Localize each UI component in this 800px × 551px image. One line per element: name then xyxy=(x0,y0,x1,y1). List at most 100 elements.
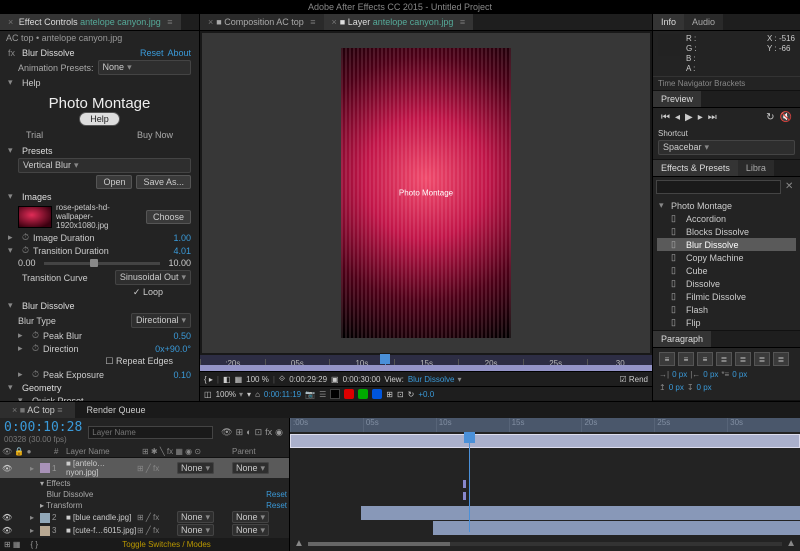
channel-swatch[interactable] xyxy=(330,389,340,399)
align-right-button[interactable]: ≡ xyxy=(697,352,713,366)
panel-menu-icon[interactable]: ≡ xyxy=(167,17,172,27)
mute-icon[interactable]: 🔇 xyxy=(780,112,792,123)
preset-item[interactable]: ▯Cube xyxy=(657,264,796,277)
preview-tab[interactable]: Preview xyxy=(653,91,701,107)
keyframe-icon[interactable] xyxy=(463,492,466,500)
layer-bar[interactable] xyxy=(433,521,800,535)
viewport[interactable]: Photo Montage xyxy=(202,33,650,353)
slider-handle[interactable] xyxy=(90,259,98,267)
timecode-display[interactable]: 0:00:11:19 xyxy=(264,390,301,399)
loop-checkbox[interactable]: ✓ Loop xyxy=(133,287,163,298)
peak-blur-value[interactable]: 0.50 xyxy=(173,331,191,341)
paragraph-tab[interactable]: Paragraph xyxy=(653,331,711,347)
reset-link[interactable]: Reset xyxy=(140,48,164,58)
save-as-button[interactable]: Save As... xyxy=(136,175,191,189)
red-channel-icon[interactable] xyxy=(344,389,354,399)
effect-controls-tab[interactable]: × Effect Controls antelope canyon.jpg ≡ xyxy=(0,14,181,30)
choose-button[interactable]: Choose xyxy=(146,210,191,224)
timeline-comp-tab[interactable]: × ■ AC top ≡ xyxy=(0,402,75,418)
last-frame-button[interactable]: ⏭ xyxy=(708,112,717,123)
preset-item[interactable]: ▯Flash xyxy=(657,303,796,316)
zoom-slider[interactable] xyxy=(308,542,450,546)
buy-link[interactable]: Buy Now xyxy=(137,130,173,140)
images-section[interactable]: Images xyxy=(22,192,52,202)
libraries-tab[interactable]: Libra xyxy=(738,160,774,176)
shy-icon[interactable]: 👁 xyxy=(221,427,232,438)
justify-left-button[interactable]: ≣ xyxy=(716,352,732,366)
toggle-switches-link[interactable]: Toggle Switches / Modes xyxy=(122,540,211,549)
close-icon[interactable]: × xyxy=(8,17,13,27)
loop-icon[interactable]: ↻ xyxy=(766,112,774,123)
open-button[interactable]: Open xyxy=(96,175,132,189)
info-tab[interactable]: Info xyxy=(653,14,684,30)
preset-item[interactable]: ▯Blur Dissolve xyxy=(657,238,796,251)
blur-type-select[interactable]: Directional xyxy=(131,313,191,328)
green-channel-icon[interactable] xyxy=(358,389,368,399)
anim-presets-select[interactable]: None xyxy=(98,60,191,75)
justify-all-button[interactable]: ≣ xyxy=(773,352,789,366)
render-queue-tab[interactable]: Render Queue xyxy=(75,402,158,418)
first-frame-button[interactable]: ⏮ xyxy=(661,112,670,123)
transition-curve-select[interactable]: Sinusoidal Out xyxy=(115,270,191,285)
preset-item[interactable]: ▯Blocks Dissolve xyxy=(657,225,796,238)
transition-duration-value[interactable]: 4.01 xyxy=(173,246,191,256)
audio-tab[interactable]: Audio xyxy=(684,14,723,30)
help-button[interactable]: Help xyxy=(79,112,120,126)
preset-item[interactable]: ▯Dissolve xyxy=(657,277,796,290)
layer-search-input[interactable] xyxy=(88,426,213,439)
layer-bar[interactable] xyxy=(290,434,800,448)
magnification-select[interactable]: 100% xyxy=(216,390,243,399)
layer-row[interactable]: 👁▸3■ [cute-f…6015.jpg]⊞ ╱ fxNoneNone xyxy=(0,524,289,537)
layer-property[interactable]: Blur DissolveReset xyxy=(0,489,289,500)
next-frame-button[interactable]: ▸ xyxy=(698,112,703,123)
view-select[interactable]: Blur Dissolve xyxy=(408,375,462,384)
play-button[interactable]: ▶ xyxy=(685,112,693,123)
effects-presets-tab[interactable]: Effects & Presets xyxy=(653,160,738,176)
layer-row[interactable]: 👁▸1■ [antelo…nyon.jpg]⊞ ╱ fxNoneNone xyxy=(0,458,289,478)
layer-tab[interactable]: ×■ Layer antelope canyon.jpg ≡ xyxy=(324,14,474,30)
preset-item[interactable]: ▯Genie xyxy=(657,329,796,330)
blue-channel-icon[interactable] xyxy=(372,389,382,399)
align-center-button[interactable]: ≡ xyxy=(678,352,694,366)
shortcut-select[interactable]: Spacebar xyxy=(658,140,795,155)
zoom-out-icon[interactable]: ▲ xyxy=(294,538,304,549)
fx-toggle-icon[interactable]: fx xyxy=(8,48,18,58)
current-time[interactable]: 0:00:10:28 xyxy=(4,420,82,435)
frame-blend-icon[interactable]: ⊞ ▦ xyxy=(4,540,20,549)
indent-right-value[interactable]: 0 px xyxy=(703,370,718,379)
blur-dissolve-section[interactable]: Blur Dissolve xyxy=(22,301,75,311)
geometry-section[interactable]: Geometry xyxy=(22,383,62,393)
exposure-value[interactable]: +0.0 xyxy=(418,390,434,399)
presets-section[interactable]: Presets xyxy=(22,146,53,156)
preset-item[interactable]: ▯Copy Machine xyxy=(657,251,796,264)
about-link[interactable]: About xyxy=(167,48,191,58)
image-duration-value[interactable]: 1.00 xyxy=(173,233,191,243)
align-left-button[interactable]: ≡ xyxy=(659,352,675,366)
justify-center-button[interactable]: ≣ xyxy=(735,352,751,366)
chevron-down-icon[interactable]: ▾ xyxy=(8,77,18,88)
zoom-in-icon[interactable]: ▲ xyxy=(786,538,796,549)
space-before-value[interactable]: 0 px xyxy=(669,383,684,392)
trial-link[interactable]: Trial xyxy=(26,130,43,140)
composition-tab[interactable]: ×■ Composition AC top ≡ xyxy=(200,14,324,30)
space-after-value[interactable]: 0 px xyxy=(697,383,712,392)
direction-value[interactable]: 0x+90.0° xyxy=(155,344,191,354)
keyframe-icon[interactable] xyxy=(463,480,466,488)
layer-property[interactable]: ▸ TransformReset xyxy=(0,500,289,511)
preset-item[interactable]: ▯Accordion xyxy=(657,212,796,225)
indent-left-value[interactable]: 0 px xyxy=(672,370,687,379)
layer-row[interactable]: 👁▸2■ [blue candle.jpg]⊞ ╱ fxNoneNone xyxy=(0,511,289,524)
peak-exposure-value[interactable]: 0.10 xyxy=(173,370,191,380)
prev-frame-button[interactable]: ◂ xyxy=(675,112,680,123)
justify-right-button[interactable]: ≣ xyxy=(754,352,770,366)
preset-select[interactable]: Vertical Blur xyxy=(18,158,191,173)
effects-search-input[interactable] xyxy=(656,180,781,194)
playhead-icon[interactable] xyxy=(380,354,390,364)
timeline-playhead[interactable] xyxy=(464,432,475,443)
indent-first-value[interactable]: 0 px xyxy=(732,370,747,379)
layer-property[interactable]: ▾ Effects xyxy=(0,478,289,489)
effect-name[interactable]: Blur Dissolve xyxy=(22,48,136,58)
render-checkbox[interactable]: ☑ Rend xyxy=(619,375,648,384)
chevron-down-icon[interactable]: ▾ xyxy=(659,200,667,211)
preset-item[interactable]: ▯Filmic Dissolve xyxy=(657,290,796,303)
